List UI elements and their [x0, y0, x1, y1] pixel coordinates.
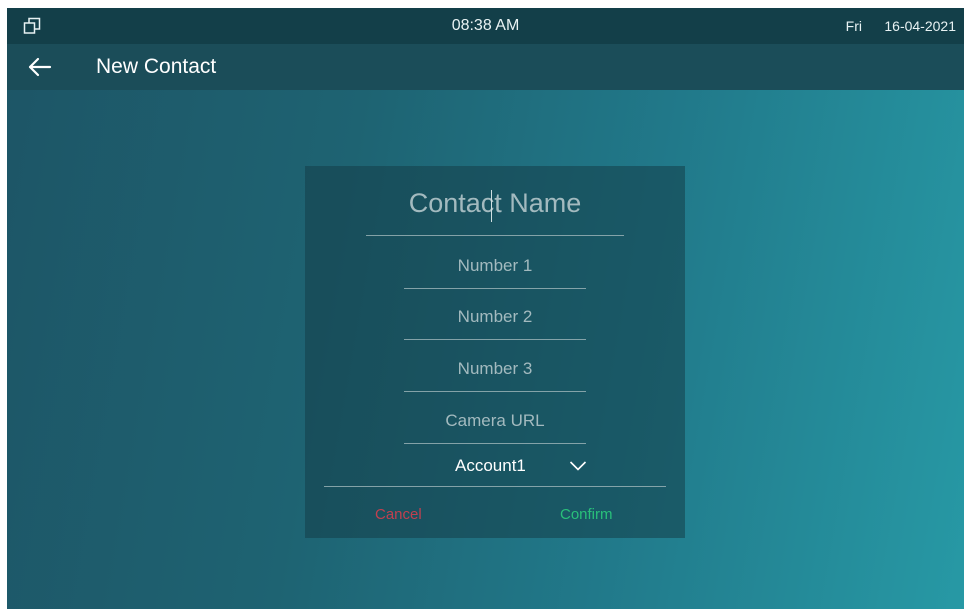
number-3-field[interactable]: Number 3 [305, 353, 685, 392]
number-1-field[interactable]: Number 1 [305, 250, 685, 289]
number-2-field[interactable]: Number 2 [305, 301, 685, 340]
field-underline [404, 339, 586, 340]
number-3-placeholder: Number 3 [457, 359, 533, 378]
account-underline [324, 486, 666, 487]
account-select[interactable]: Account1 [305, 450, 685, 487]
field-underline [404, 391, 586, 392]
field-underline [404, 443, 586, 444]
confirm-button[interactable]: Confirm [560, 506, 613, 523]
field-underline [366, 235, 624, 236]
new-contact-dialog: Contact Name Number 1 Number 2 Number 3 … [305, 166, 685, 538]
day-label: Fri [845, 18, 862, 34]
field-underline [404, 288, 586, 289]
camera-url-placeholder: Camera URL [445, 411, 545, 430]
page-title: New Contact [96, 55, 217, 78]
date-label: 16-04-2021 [884, 18, 956, 34]
clock: 08:38 AM [451, 17, 520, 34]
contact-name-placeholder: Contact Name [408, 188, 582, 218]
screen: 08:38 AM Fri 16-04-2021 New Contact Cont… [7, 8, 964, 609]
number-2-placeholder: Number 2 [457, 307, 533, 326]
account-value: Account1 [455, 456, 526, 475]
chevron-down-icon [569, 461, 587, 471]
contact-name-field[interactable]: Contact Name [305, 186, 685, 236]
title-bar: New Contact [7, 44, 964, 90]
status-bar: 08:38 AM Fri 16-04-2021 [7, 8, 964, 44]
arrow-left-icon[interactable] [25, 53, 65, 81]
text-cursor [491, 190, 492, 222]
number-1-placeholder: Number 1 [457, 256, 533, 275]
camera-url-field[interactable]: Camera URL [305, 405, 685, 444]
cancel-button[interactable]: Cancel [375, 506, 422, 523]
